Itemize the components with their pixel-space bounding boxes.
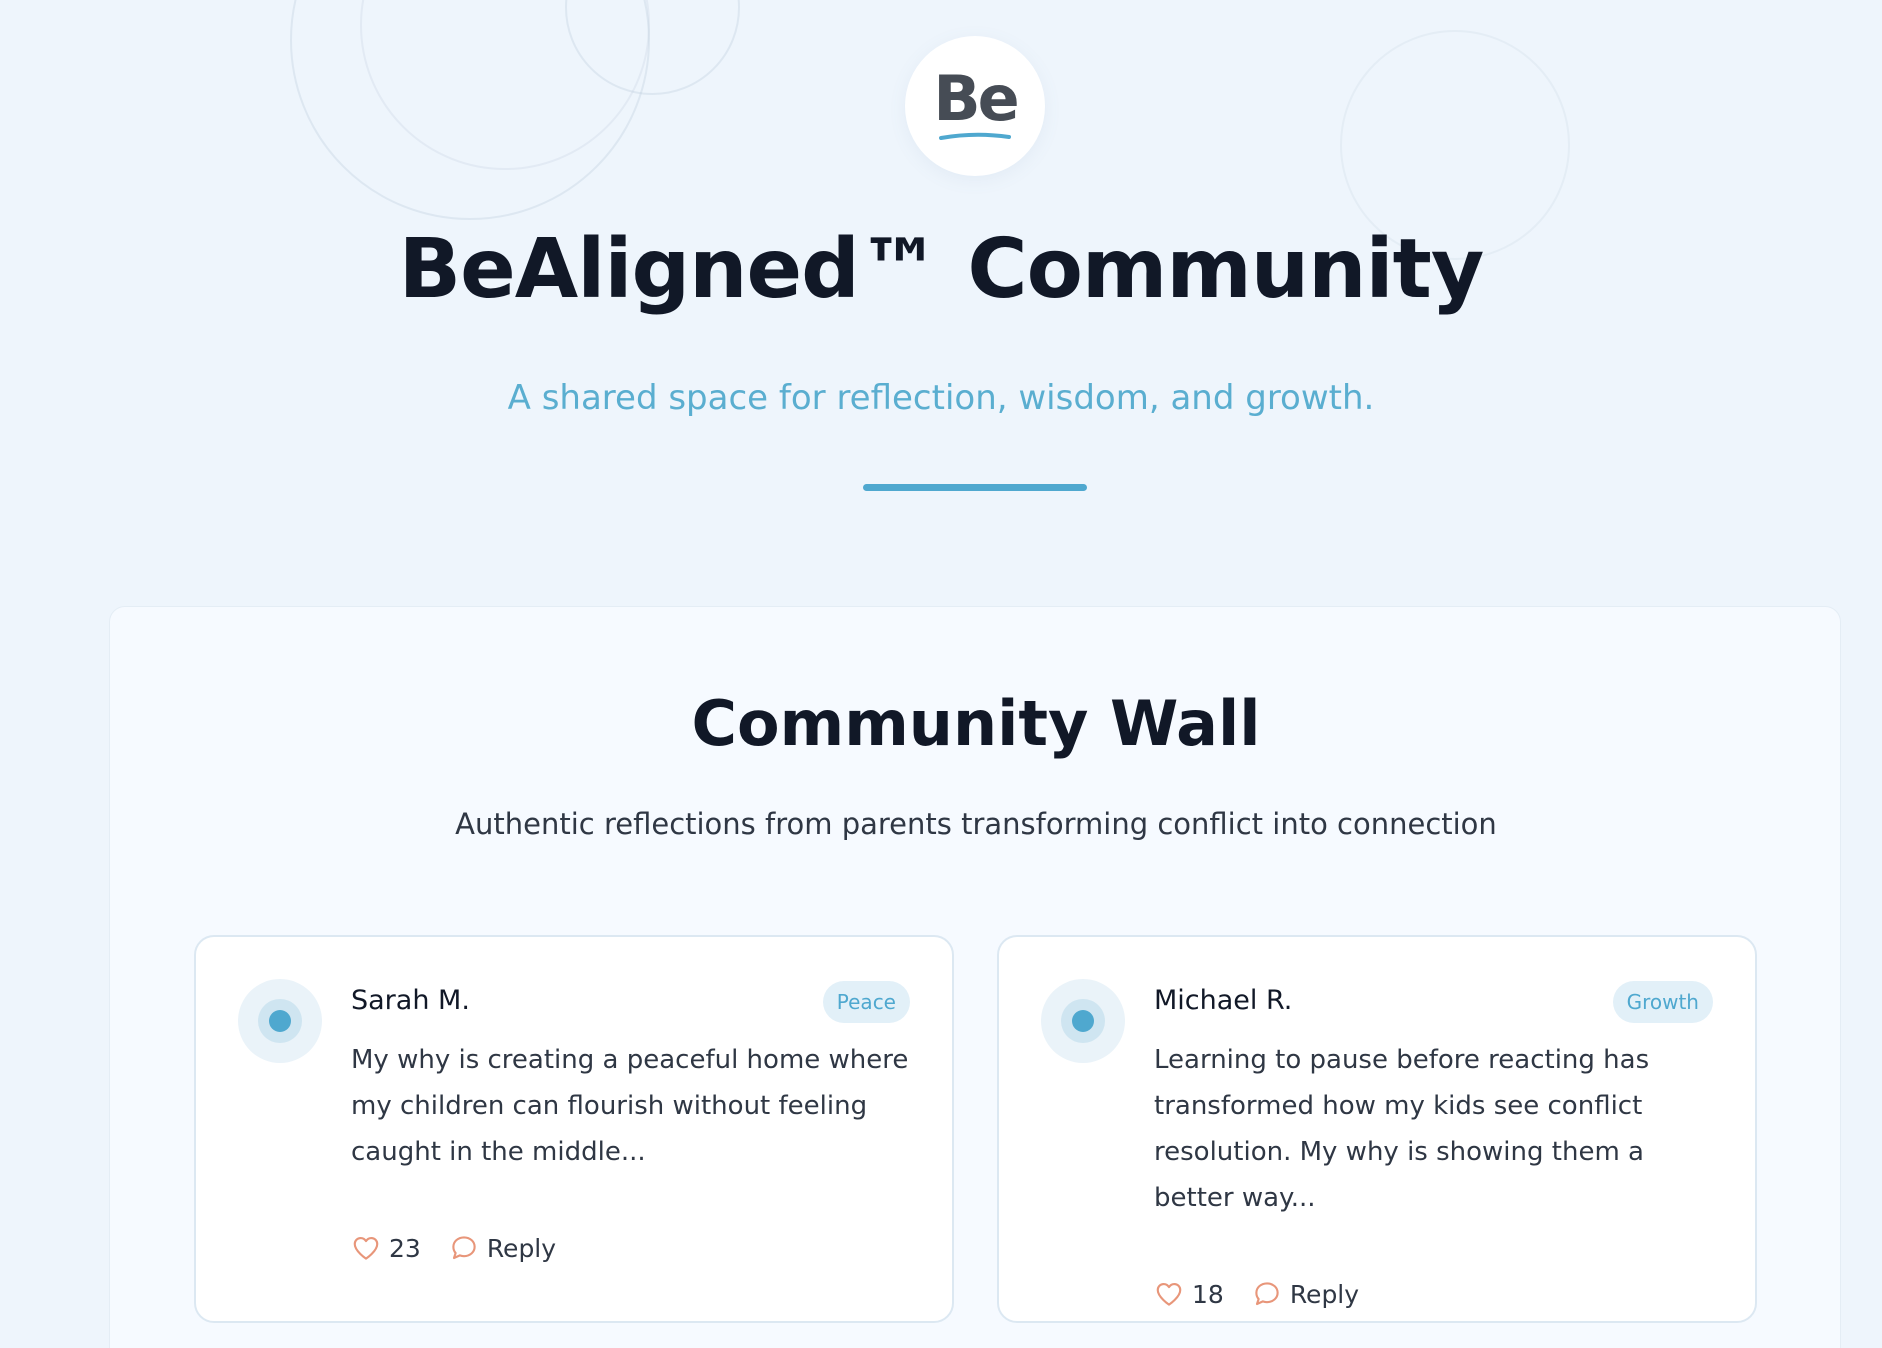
logo[interactable]: Be xyxy=(905,36,1045,176)
speech-bubble-icon xyxy=(1255,1282,1279,1306)
dot-avatar-icon xyxy=(258,999,302,1043)
like-button[interactable]: 18 xyxy=(1154,1279,1224,1309)
reply-label: Reply xyxy=(486,1233,557,1263)
post-actions: 18 Reply xyxy=(1154,1279,1359,1309)
like-count: 18 xyxy=(1192,1279,1224,1309)
logo-text: Be xyxy=(933,62,1019,135)
tagline: A shared space for reflection, wisdom, a… xyxy=(507,378,1375,418)
heart-icon xyxy=(353,1236,379,1260)
dot-avatar-icon xyxy=(1061,999,1105,1043)
like-button[interactable]: 23 xyxy=(351,1233,421,1263)
site-title: BeAligned™ Community xyxy=(398,222,1485,317)
post-tag-badge[interactable]: Growth xyxy=(1612,981,1713,1023)
avatar xyxy=(1041,979,1125,1063)
post-card: Sarah M. Peace My why is creating a peac… xyxy=(194,935,954,1323)
reply-label: Reply xyxy=(1289,1279,1360,1309)
reply-button[interactable]: Reply xyxy=(449,1233,556,1263)
community-wall: Community Wall Authentic reflections fro… xyxy=(109,606,1841,1348)
post-card: Michael R. Growth Learning to pause befo… xyxy=(997,935,1757,1323)
post-author: Michael R. xyxy=(1154,985,1293,1016)
accent-divider xyxy=(863,484,1087,491)
post-text: My why is creating a peaceful home where… xyxy=(351,1045,909,1167)
logo-underline-icon xyxy=(939,132,1011,140)
post-tag-badge[interactable]: Peace xyxy=(822,981,910,1023)
post-actions: 23 Reply xyxy=(351,1233,556,1263)
avatar xyxy=(238,979,322,1063)
page: Be BeAligned™ Community A shared space f… xyxy=(0,0,1882,1348)
wall-subtitle: Authentic reflections from parents trans… xyxy=(455,807,1497,841)
reply-button[interactable]: Reply xyxy=(1252,1279,1359,1309)
speech-bubble-icon xyxy=(452,1236,476,1260)
like-count: 23 xyxy=(389,1233,421,1263)
heart-icon xyxy=(1156,1282,1182,1306)
post-author: Sarah M. xyxy=(351,985,470,1016)
wall-title: Community Wall xyxy=(691,687,1261,760)
post-text: Learning to pause before reacting has tr… xyxy=(1154,1045,1650,1213)
